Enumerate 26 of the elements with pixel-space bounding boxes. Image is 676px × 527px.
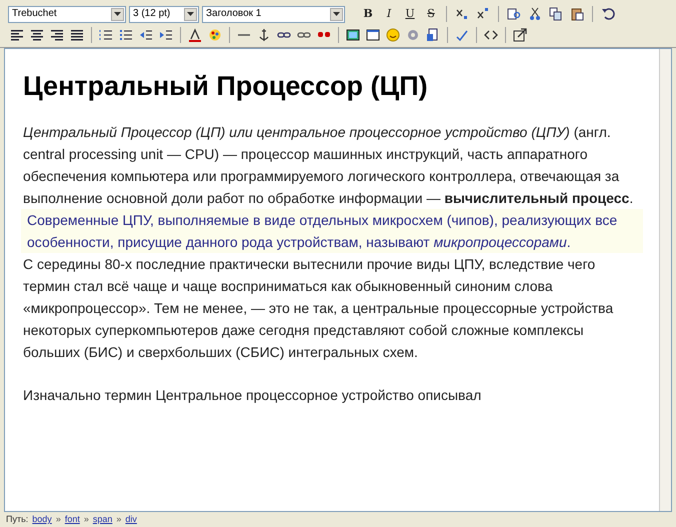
quote-block: Современные ЦПУ, выполняемые в виде отдельных микросхем (чипов), реализующих все особенности, присущие данного рода устройствам, называют микропроцессорами. [21, 209, 643, 253]
path-separator: » [56, 515, 61, 524]
path-link[interactable]: span [92, 515, 112, 524]
document-heading: Центральный Процессор (ЦП) [23, 70, 429, 103]
paragraph: С середины 80-х последние практически вытеснили прочие виды ЦПУ, вследствие чего термин стал всё чаще и чаще восприниматься как обыкновенный синоним слова «микропроцессор». Тем не менее, — это не так, а центральные процессорные устройства некоторых суперкомпьютеров даже сегодня представляют собой сложные комплексы больших (БИС) и сверхбольших (СБИС) интегральных схем. [23, 255, 614, 362]
path-separator: » [116, 515, 122, 524]
paragraph: Центральный Процессор (ЦП) или центральное процессорное устройство (ЦПУ) (англ. central processing unit — CPU) — процессор машинных инструкций, часть аппаратного обеспечения компьютера или программируемого логического контроллера, отвечающая за выполнение основной доли работ по обработке информации — вычислительный процесс. [23, 123, 634, 208]
format-button[interactable]: B [359, 5, 377, 23]
path-separator: » [84, 515, 89, 524]
caret-icon [114, 12, 121, 16]
text-color-icon[interactable] [186, 26, 204, 44]
scrollbar[interactable] [659, 49, 671, 511]
size-select[interactable]: 3 (12 pt) [129, 6, 199, 22]
path-link[interactable]: body [32, 515, 52, 524]
format-button[interactable]: U [401, 5, 419, 23]
format-button[interactable]: S [422, 5, 440, 23]
fullscreen-icon[interactable] [511, 26, 529, 44]
format-select[interactable]: Заголовок 1 [202, 6, 345, 22]
paragraph: Изначально термин Центральное процессорное устройство описывал [23, 386, 482, 405]
path-link[interactable]: font [64, 515, 80, 524]
caret-icon [187, 12, 194, 16]
path-link[interactable]: div [125, 515, 137, 524]
caret-icon [333, 12, 340, 16]
path-label: Путь: [6, 515, 28, 524]
format-button[interactable]: I [380, 5, 398, 23]
font-select[interactable]: Trebuchet [8, 6, 126, 22]
